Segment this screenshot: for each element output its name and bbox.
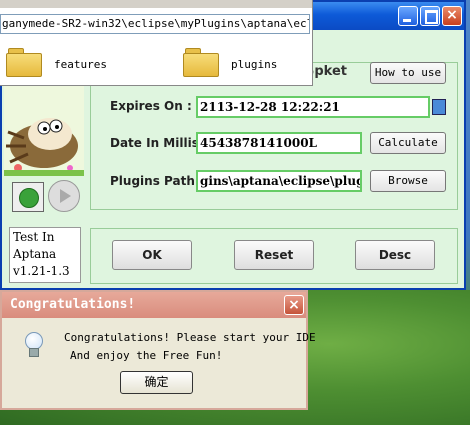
folder-icon[interactable] <box>183 48 219 77</box>
version-line: v1.21-1.3 <box>13 264 70 278</box>
version-line: Aptana <box>13 247 57 261</box>
expires-date-field[interactable]: 2113-12-28 12:22:21 <box>196 96 430 118</box>
plugins-path-label: Plugins Path : <box>110 174 204 188</box>
ok-button[interactable]: OK <box>112 240 192 270</box>
dialog-message-line: Congratulations! Please start your IDE <box>64 331 316 344</box>
plugins-path-field[interactable]: gins\aptana\eclipse\plugins <box>196 170 362 192</box>
lightbulb-icon <box>24 332 43 357</box>
reset-button[interactable]: Reset <box>234 240 314 270</box>
explorer-toolbar <box>0 0 312 8</box>
dialog-close-button[interactable]: × <box>284 295 304 315</box>
date-in-millis-field[interactable]: 4543878141000L <box>196 132 362 154</box>
calendar-icon[interactable] <box>432 99 446 115</box>
address-bar[interactable]: ganymede-SR2-win32\eclipse\myPlugins\apt… <box>0 14 310 34</box>
date-in-millis-label: Date In Millis : <box>110 136 208 150</box>
maximize-button[interactable] <box>420 6 440 26</box>
version-info: Test In Aptana v1.21-1.3 <box>9 227 81 283</box>
file-explorer-window: ganymede-SR2-win32\eclipse\myPlugins\apt… <box>0 0 313 86</box>
how-to-use-button[interactable]: How to use <box>370 62 446 84</box>
hedgehog-mascot-image <box>4 76 84 176</box>
congratulations-dialog: Congratulations! × Congratulations! Plea… <box>0 290 316 410</box>
folder-label-plugins[interactable]: plugins <box>231 58 277 71</box>
play-icon-button[interactable] <box>48 180 80 212</box>
folder-label-features[interactable]: features <box>54 58 107 71</box>
calculate-button[interactable]: Calculate <box>370 132 446 154</box>
start-icon-button[interactable] <box>12 182 44 212</box>
browse-button[interactable]: Browse <box>370 170 446 192</box>
dialog-ok-button[interactable]: 确定 <box>120 371 193 394</box>
dialog-titlebar: Congratulations! × <box>2 292 306 318</box>
version-line: Test In <box>13 230 55 244</box>
dialog-title: Congratulations! <box>10 297 136 312</box>
minimize-button[interactable] <box>398 6 418 26</box>
desc-button[interactable]: Desc <box>355 240 435 270</box>
folder-icon[interactable] <box>6 48 42 77</box>
dialog-message-line: And enjoy the Free Fun! <box>70 349 223 362</box>
expires-label: Expires On : <box>110 99 192 113</box>
close-button[interactable]: × <box>442 6 462 26</box>
